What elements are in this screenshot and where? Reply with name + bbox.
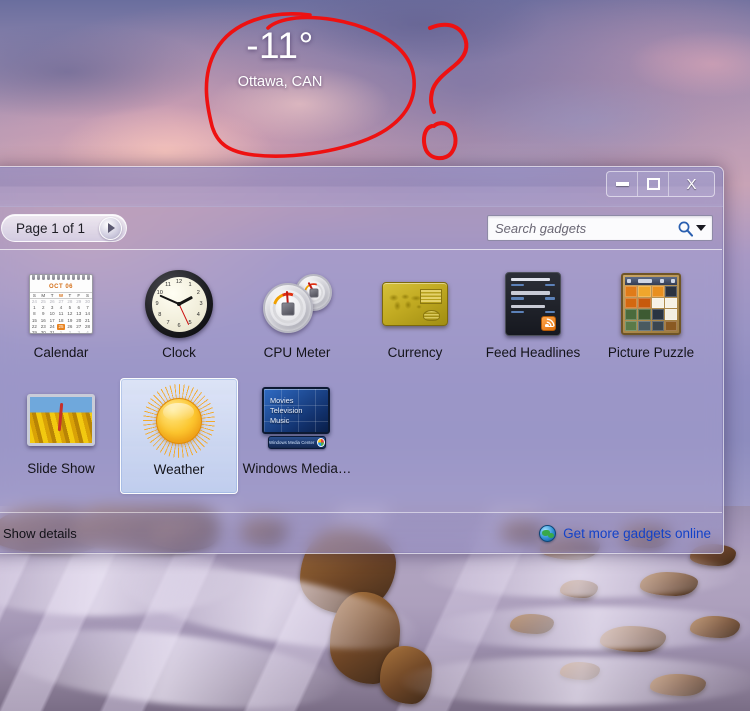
- calendar-icon: OCT 06 SMTWTFS 24 25 26 27 28 29 30 1234567 89…: [25, 268, 97, 340]
- windows-media-center-icon: Movies Television Music Windows Media Ce…: [261, 384, 333, 456]
- gadget-gallery-window[interactable]: X Page 1 of 1 Search gadgets OCT 06 S M …: [0, 166, 724, 554]
- maximize-icon: [646, 178, 660, 190]
- gadget-grid: OCT 06 SMTWTFS 24 25 26 27 28 29 30 1234567 89…: [0, 262, 716, 494]
- next-page-button[interactable]: [99, 216, 123, 240]
- globe-icon: [539, 524, 557, 542]
- gadget-item-currency[interactable]: Currency: [356, 262, 474, 378]
- gadget-label: Feed Headlines: [485, 345, 581, 360]
- weather-gadget[interactable]: -11° Ottawa, CAN: [200, 24, 360, 90]
- window-controls: X: [606, 171, 715, 197]
- gadget-item-windows-media-center[interactable]: Movies Television Music Windows Media Ce…: [238, 378, 356, 494]
- currency-icon: [379, 268, 451, 340]
- show-details-link[interactable]: Show details: [3, 526, 77, 541]
- gadget-item-calendar[interactable]: OCT 06 SMTWTFS 24 25 26 27 28 29 30 1234567 89…: [2, 262, 120, 378]
- gadget-label: Slide Show: [27, 461, 95, 476]
- clock-icon: 12 1 2 3 4 5 6 7 8 9 10 11: [143, 268, 215, 340]
- weather-location: Ottawa, CAN: [237, 74, 323, 90]
- gadget-item-weather[interactable]: Weather: [120, 378, 238, 494]
- gadget-label: Calendar: [33, 345, 89, 360]
- gadget-label: Clock: [162, 345, 196, 360]
- page-navigator: Page 1 of 1: [1, 214, 128, 242]
- slide-show-icon: [25, 384, 97, 456]
- weather-temperature: -11°: [246, 25, 314, 66]
- annotation-question-hook: [428, 22, 469, 114]
- picture-puzzle-icon: [615, 268, 687, 340]
- wmc-bar-label: Windows Media Center: [269, 440, 315, 445]
- gadget-item-cpu-meter[interactable]: CPU Meter: [238, 262, 356, 378]
- close-icon: X: [686, 175, 697, 193]
- gadget-list-pane: OCT 06 SMTWTFS 24 25 26 27 28 29 30 1234567 89…: [0, 249, 722, 513]
- feed-headlines-icon: [497, 268, 569, 340]
- minimize-icon: [615, 182, 629, 186]
- annotation-circle: [204, 12, 416, 158]
- windows-orb-icon: [317, 438, 325, 447]
- gadget-label: Currency: [387, 345, 443, 360]
- gadget-item-slide-show[interactable]: Slide Show: [2, 378, 120, 494]
- search-icon[interactable]: [677, 220, 694, 237]
- annotation-question-dot: [422, 121, 458, 161]
- gadget-item-feed-headlines[interactable]: Feed Headlines: [474, 262, 592, 378]
- cpu-meter-icon: [261, 268, 333, 340]
- get-more-gadgets-link[interactable]: Get more gadgets online: [563, 526, 711, 541]
- close-button[interactable]: X: [669, 172, 714, 196]
- maximize-button[interactable]: [638, 172, 669, 196]
- gadget-label: CPU Meter: [263, 345, 331, 360]
- gadget-label: Weather: [153, 462, 205, 477]
- weather-sun-icon: [143, 384, 215, 458]
- gadget-item-picture-puzzle[interactable]: Picture Puzzle: [592, 262, 710, 378]
- desktop[interactable]: -11° Ottawa, CAN X Page 1 of 1 Search ga…: [0, 0, 750, 711]
- gallery-toolbar: Page 1 of 1: [0, 207, 723, 249]
- wmc-line-music: Music: [270, 416, 290, 425]
- minimize-button[interactable]: [607, 172, 638, 196]
- gadget-label: Windows Media…: [242, 461, 352, 476]
- search-input[interactable]: [495, 220, 677, 236]
- get-more-gadgets-group[interactable]: Get more gadgets online: [539, 524, 711, 542]
- calendar-month-label: OCT 06: [48, 284, 73, 290]
- gadget-item-clock[interactable]: 12 1 2 3 4 5 6 7 8 9 10 11 Clock: [120, 262, 238, 378]
- wmc-line-movies: Movies: [270, 396, 294, 405]
- rss-icon: [541, 316, 556, 331]
- search-dropdown-chevron-icon[interactable]: [694, 216, 708, 240]
- wmc-line-television: Television: [270, 406, 303, 415]
- gadget-label: Picture Puzzle: [607, 345, 695, 360]
- search-box[interactable]: [487, 215, 713, 241]
- page-indicator-label: Page 1 of 1: [16, 220, 86, 236]
- gallery-statusbar: Show details Get more gadgets online: [0, 513, 723, 553]
- window-titlebar[interactable]: X: [0, 167, 723, 207]
